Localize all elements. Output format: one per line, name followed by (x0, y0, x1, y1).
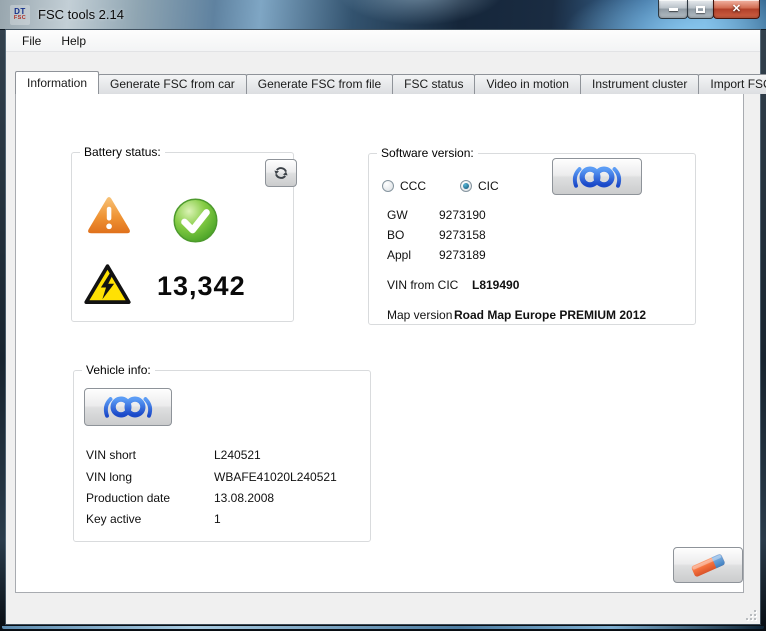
client-area: File Help Information Generate FSC from … (6, 30, 760, 624)
close-button[interactable]: ✕ (713, 0, 760, 19)
battery-value: 13,342 (157, 271, 287, 302)
key-active-row: Key active 1 (86, 512, 221, 526)
menu-file[interactable]: File (12, 31, 51, 51)
app-window: DT FSC FSC tools 2.14 ✕ File Help (0, 0, 766, 631)
resize-grip[interactable] (744, 608, 757, 621)
tab-information[interactable]: Information (15, 71, 99, 94)
minimize-button[interactable] (658, 0, 688, 19)
view-vehicle-details-button[interactable] (84, 388, 172, 426)
vehicle-info-label: Vehicle info: (82, 363, 155, 377)
tab-strip: Information Generate FSC from car Genera… (15, 71, 766, 94)
tab-video-in-motion[interactable]: Video in motion (474, 74, 581, 94)
radio-ccc-label: CCC (400, 179, 426, 193)
tab-instrument-cluster[interactable]: Instrument cluster (580, 74, 699, 94)
vin-short-row: VIN short L240521 (86, 448, 261, 462)
eraser-icon (688, 549, 728, 581)
software-version-group: Software version: CCC CIC (368, 153, 696, 325)
bo-label: BO (387, 228, 439, 242)
map-version-row: Map version Road Map Europe PREMIUM 2012 (387, 308, 646, 322)
production-date-value: 13.08.2008 (214, 491, 274, 505)
glasses-icon (100, 393, 156, 421)
tab-generate-fsc-from-file[interactable]: Generate FSC from file (246, 74, 393, 94)
gw-value: 9273190 (439, 208, 486, 222)
map-version-value: Road Map Europe PREMIUM 2012 (454, 308, 646, 322)
vin-long-value: WBAFE41020L240521 (214, 470, 337, 484)
window-title: FSC tools 2.14 (38, 7, 124, 22)
appl-value: 9273189 (439, 248, 486, 262)
battery-status-label: Battery status: (80, 145, 165, 159)
window-controls: ✕ (659, 0, 760, 19)
warning-triangle-icon (87, 194, 131, 236)
vin-from-cic-label: VIN from CIC (387, 278, 472, 292)
maximize-icon (696, 6, 705, 13)
title-bar[interactable]: DT FSC FSC tools 2.14 ✕ (0, 0, 766, 30)
glasses-icon (569, 163, 625, 191)
menu-help[interactable]: Help (51, 31, 96, 51)
clear-button[interactable] (673, 547, 743, 583)
map-version-label: Map version (387, 308, 454, 322)
radio-cic-label: CIC (478, 179, 499, 193)
tab-generate-fsc-from-car[interactable]: Generate FSC from car (98, 74, 247, 94)
software-row-gw: GW 9273190 (387, 208, 486, 222)
battery-status-group: Battery status: (71, 152, 294, 322)
window-frame: File Help Information Generate FSC from … (0, 30, 766, 631)
vin-short-value: L240521 (214, 448, 261, 462)
refresh-battery-button[interactable] (265, 159, 297, 187)
ok-check-icon (172, 197, 219, 244)
tab-fsc-status[interactable]: FSC status (392, 74, 475, 94)
minimize-icon (669, 8, 678, 11)
bo-value: 9273158 (439, 228, 486, 242)
gw-label: GW (387, 208, 439, 222)
vin-from-cic-value: L819490 (472, 278, 519, 292)
close-icon: ✕ (732, 4, 741, 15)
information-tab-page: Battery status: (15, 93, 744, 593)
software-version-label: Software version: (377, 146, 478, 160)
production-date-row: Production date 13.08.2008 (86, 491, 274, 505)
vin-from-cic-row: VIN from CIC L819490 (387, 278, 519, 292)
production-date-label: Production date (86, 491, 214, 505)
software-row-bo: BO 9273158 (387, 228, 486, 242)
key-active-label: Key active (86, 512, 214, 526)
unit-type-radios: CCC CIC (382, 179, 499, 193)
app-icon-text-bottom: FSC (14, 16, 26, 22)
vin-long-label: VIN long (86, 470, 214, 484)
software-row-appl: Appl 9273189 (387, 248, 486, 262)
radio-ccc[interactable] (382, 180, 394, 192)
appl-label: Appl (387, 248, 439, 262)
menu-bar: File Help (6, 30, 760, 52)
key-active-value: 1 (214, 512, 221, 526)
view-software-details-button[interactable] (552, 158, 642, 195)
app-icon: DT FSC (10, 5, 30, 25)
vin-long-row: VIN long WBAFE41020L240521 (86, 470, 337, 484)
vin-short-label: VIN short (86, 448, 214, 462)
maximize-button[interactable] (687, 0, 714, 19)
vehicle-info-group: Vehicle info: VIN short L240521 (73, 370, 371, 542)
radio-cic[interactable] (460, 180, 472, 192)
tab-import-fsc[interactable]: Import FSC (698, 74, 766, 94)
refresh-icon (272, 164, 290, 182)
high-voltage-icon (84, 262, 131, 307)
